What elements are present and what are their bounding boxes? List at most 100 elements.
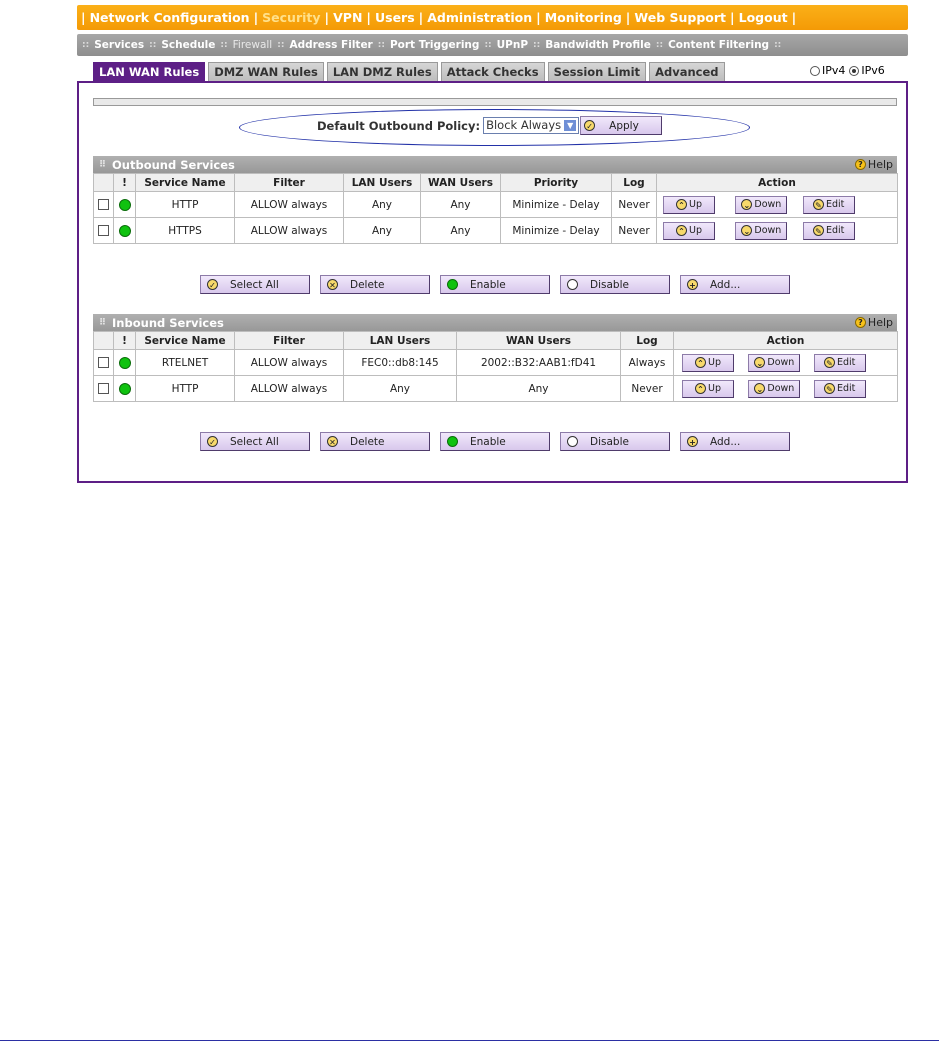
nav-administration[interactable]: Administration: [427, 10, 532, 25]
col-lan-users: LAN Users: [343, 173, 421, 192]
nav-network-configuration[interactable]: Network Configuration: [90, 10, 250, 25]
delete-button[interactable]: ✕ Delete: [320, 275, 430, 294]
add-button[interactable]: + Add...: [680, 275, 790, 294]
subnav-services[interactable]: Services: [94, 39, 144, 51]
log: Always: [620, 349, 674, 376]
up-button[interactable]: ⌃ Up: [682, 353, 734, 372]
row-checkbox[interactable]: [98, 357, 109, 368]
pencil-icon: ✎: [823, 357, 835, 368]
nav-logout[interactable]: Logout: [739, 10, 788, 25]
apply-label: Apply: [609, 119, 639, 132]
main-nav: | Network Configuration | Security | VPN…: [77, 5, 908, 30]
disable-button[interactable]: Disable: [560, 275, 670, 294]
tab-attack-checks[interactable]: Attack Checks: [440, 62, 545, 81]
subnav-schedule[interactable]: Schedule: [161, 39, 215, 51]
col-action: Action: [673, 331, 898, 350]
ipv4-radio[interactable]: [810, 65, 820, 76]
table-row: RTELNET ALLOW always FEC0::db8:145 2002:…: [93, 349, 898, 376]
up-button[interactable]: ⌃ Up: [663, 221, 715, 240]
check-icon: ✓: [207, 436, 218, 447]
tab-session-limit[interactable]: Session Limit: [547, 62, 647, 81]
grip-icon: ⠿: [99, 159, 107, 170]
enabled-status-icon: [118, 382, 131, 395]
outbound-services-header: ⠿ Outbound Services ? Help: [93, 156, 897, 173]
edit-button[interactable]: ✎ Edit: [813, 353, 866, 372]
inbound-help-link[interactable]: ? Help: [854, 316, 893, 329]
priority: Minimize - Delay: [500, 217, 612, 244]
col-service-name: Service Name: [135, 331, 235, 350]
enable-button[interactable]: Enable: [440, 432, 550, 451]
col-status: !: [113, 173, 136, 192]
wan-users: Any: [456, 375, 621, 402]
inbound-services-table: ! Service Name Filter LAN Users WAN User…: [93, 331, 898, 402]
ipv6-label: IPv6: [861, 64, 885, 77]
select-all-button[interactable]: ✓ Select All: [200, 432, 310, 451]
outbound-services-table: ! Service Name Filter LAN Users WAN User…: [93, 173, 898, 244]
help-icon: ?: [854, 317, 866, 328]
down-button[interactable]: ⌄ Down: [748, 353, 801, 372]
nav-web-support[interactable]: Web Support: [634, 10, 726, 25]
outbound-title: Outbound Services: [112, 157, 235, 172]
pencil-icon: ✎: [812, 199, 824, 210]
ipv6-radio[interactable]: [849, 65, 860, 76]
filter: ALLOW always: [234, 217, 344, 244]
subnav-upnp[interactable]: UPnP: [497, 39, 528, 51]
subnav-port-triggering[interactable]: Port Triggering: [390, 39, 479, 51]
row-checkbox[interactable]: [98, 383, 109, 394]
inbound-button-row: ✓ Select All ✕ Delete Enable Disable + Add.…: [200, 432, 790, 452]
subnav-bandwidth-profile[interactable]: Bandwidth Profile: [545, 39, 651, 51]
table-row: HTTPS ALLOW always Any Any Minimize - De…: [93, 217, 898, 244]
policy-select-value: Block Always: [486, 118, 562, 132]
nav-monitoring[interactable]: Monitoring: [545, 10, 622, 25]
tab-lan-wan-rules[interactable]: LAN WAN Rules: [93, 62, 206, 81]
col-status: !: [113, 331, 136, 350]
edit-button[interactable]: ✎ Edit: [802, 195, 855, 214]
delete-button[interactable]: ✕ Delete: [320, 432, 430, 451]
nav-vpn[interactable]: VPN: [333, 10, 362, 25]
add-button[interactable]: + Add...: [680, 432, 790, 451]
col-filter: Filter: [234, 173, 344, 192]
ip-version-selector: IPv4 IPv6: [810, 64, 885, 77]
enabled-status-icon: [118, 224, 131, 237]
help-icon: ?: [854, 159, 866, 170]
col-wan-users: WAN Users: [456, 331, 621, 350]
lan-users: Any: [343, 191, 421, 218]
tab-dmz-wan-rules[interactable]: DMZ WAN Rules: [208, 62, 324, 81]
log: Never: [611, 191, 657, 218]
up-button[interactable]: ⌃ Up: [663, 195, 715, 214]
sub-nav: :: Services :: Schedule :: Firewall :: A…: [77, 34, 908, 56]
apply-button[interactable]: ✓ Apply: [580, 116, 663, 135]
down-button[interactable]: ⌄ Down: [748, 379, 801, 398]
nav-security[interactable]: Security: [262, 10, 320, 25]
row-checkbox[interactable]: [98, 225, 109, 236]
outbound-help-link[interactable]: ? Help: [854, 158, 893, 171]
up-button[interactable]: ⌃ Up: [682, 379, 734, 398]
table-header-row: ! Service Name Filter LAN Users WAN User…: [93, 331, 898, 350]
log: Never: [611, 217, 657, 244]
disable-button[interactable]: Disable: [560, 432, 670, 451]
ipv4-label: IPv4: [822, 64, 846, 77]
wan-users: Any: [420, 191, 501, 218]
edit-button[interactable]: ✎ Edit: [813, 379, 866, 398]
edit-button[interactable]: ✎ Edit: [802, 221, 855, 240]
policy-select[interactable]: Block Always ▼: [483, 117, 580, 134]
col-filter: Filter: [234, 331, 344, 350]
down-button[interactable]: ⌄ Down: [735, 221, 788, 240]
row-checkbox[interactable]: [98, 199, 109, 210]
down-button[interactable]: ⌄ Down: [735, 195, 788, 214]
table-row: HTTP ALLOW always Any Any Minimize - Del…: [93, 191, 898, 218]
enable-button[interactable]: Enable: [440, 275, 550, 294]
select-all-button[interactable]: ✓ Select All: [200, 275, 310, 294]
nav-users[interactable]: Users: [375, 10, 415, 25]
subnav-content-filtering[interactable]: Content Filtering: [668, 39, 769, 51]
arrow-up-icon: ⌃: [695, 383, 706, 394]
subnav-firewall[interactable]: Firewall: [233, 39, 273, 51]
col-log: Log: [620, 331, 674, 350]
tab-advanced[interactable]: Advanced: [649, 62, 725, 81]
subnav-address-filter[interactable]: Address Filter: [289, 39, 372, 51]
table-row: HTTP ALLOW always Any Any Never ⌃ Up ⌄ Dow…: [93, 375, 898, 402]
outbound-button-row: ✓ Select All ✕ Delete Enable Disable + Add.…: [200, 275, 790, 295]
close-icon: ✕: [327, 279, 338, 290]
tab-lan-dmz-rules[interactable]: LAN DMZ Rules: [326, 62, 438, 81]
tab-bar: LAN WAN Rules DMZ WAN Rules LAN DMZ Rule…: [93, 62, 728, 81]
